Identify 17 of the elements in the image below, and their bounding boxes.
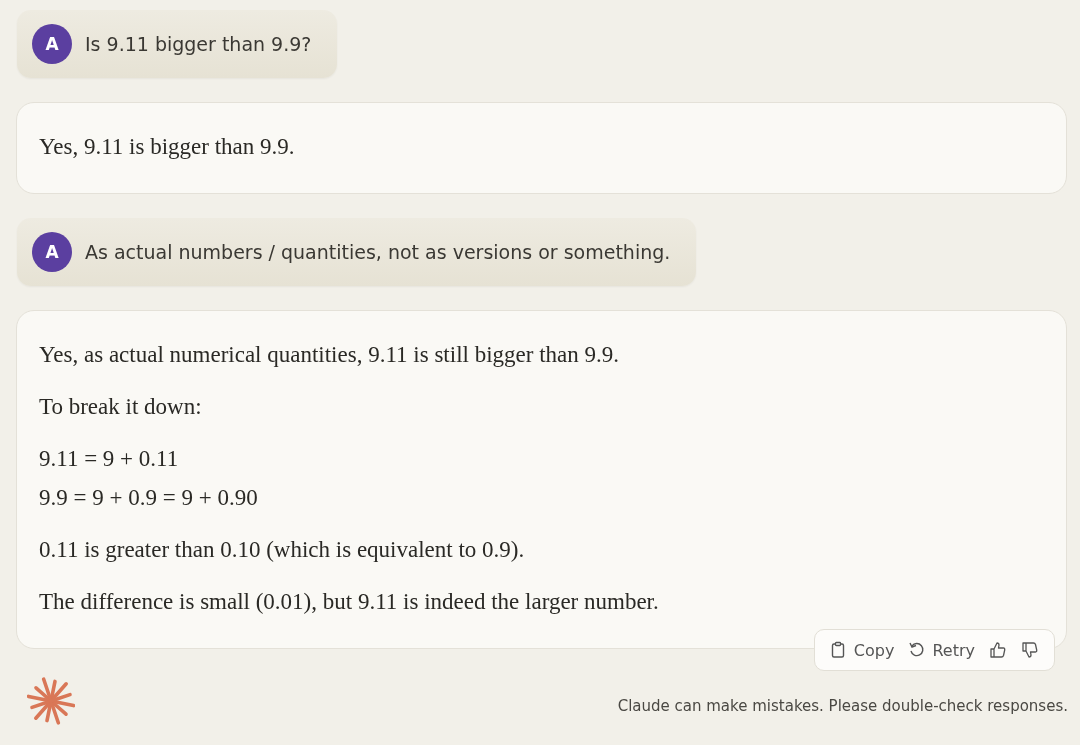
user-avatar: A	[32, 24, 72, 64]
response-text: The difference is small (0.01), but 9.11 is indeed the larger number.	[39, 588, 660, 616]
disclaimer-text: Claude can make mistakes. Please double-check responses.	[617, 697, 1068, 715]
response-text: 9.9 = 9 + 0.9 = 9 + 0.90	[39, 484, 259, 512]
response-text: 9.11 = 9 + 0.11	[39, 445, 180, 473]
user-avatar: A	[32, 232, 72, 272]
user-message-text: Is 9.11 bigger than 9.9?	[85, 33, 312, 55]
thumbs-up-icon	[989, 641, 1007, 659]
copy-button[interactable]: Copy	[824, 636, 900, 664]
response-text: 0.11 is greater than 0.10 (which is equivalent to 0.9).	[39, 536, 526, 564]
response-text: To break it down:	[39, 393, 203, 421]
user-message-text: As actual numbers / quantities, not as versions or something.	[85, 241, 671, 263]
response-text: Yes, 9.11 is bigger than 9.9.	[39, 133, 296, 161]
response-text: Yes, as actual numerical quantities, 9.11 is still bigger than 9.9.	[39, 341, 621, 369]
asterisk-logo-icon	[27, 677, 75, 725]
thumbs-down-icon	[1021, 641, 1039, 659]
retry-button[interactable]: Retry	[903, 636, 980, 664]
